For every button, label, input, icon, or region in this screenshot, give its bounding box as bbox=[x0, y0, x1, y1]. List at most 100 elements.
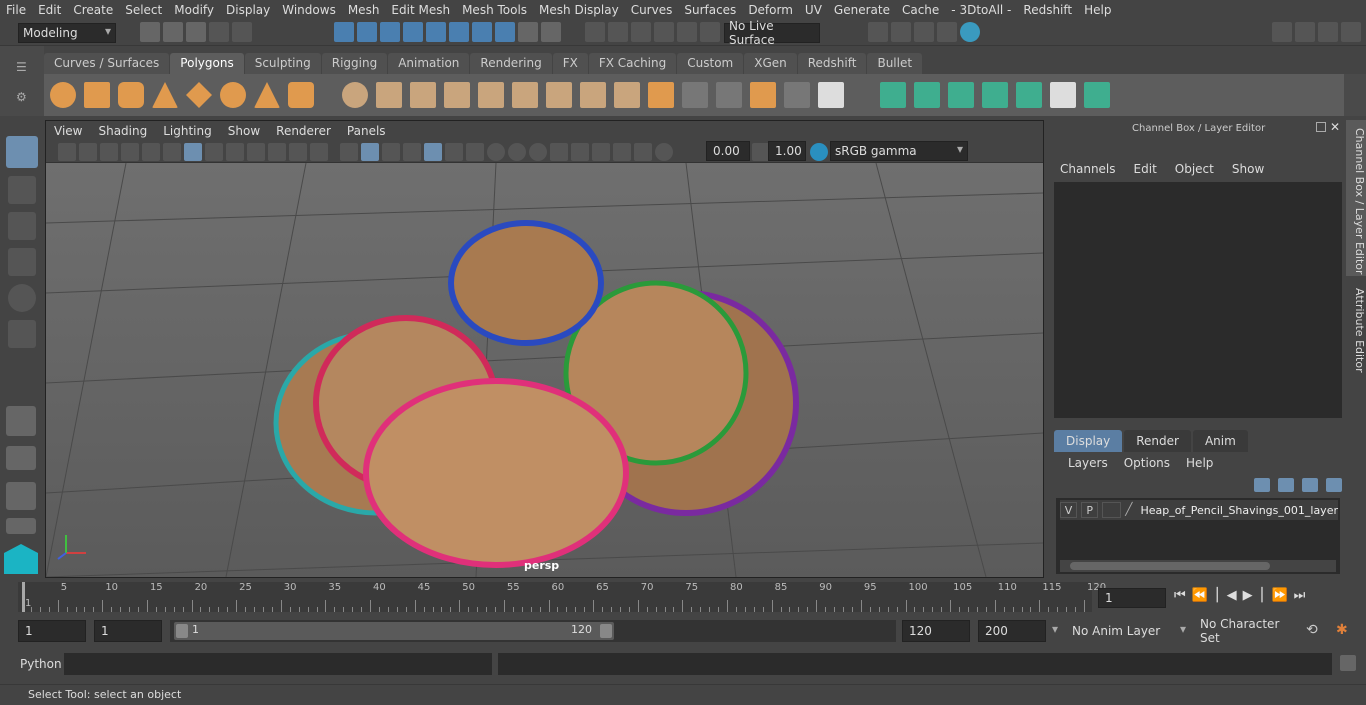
paint-select-icon[interactable] bbox=[8, 212, 36, 240]
camera-select-icon[interactable] bbox=[58, 143, 76, 161]
chevron-down-icon[interactable]: ▾ bbox=[1180, 622, 1186, 636]
channel-menu-channels[interactable]: Channels bbox=[1060, 162, 1116, 176]
shelf-tab-rendering[interactable]: Rendering bbox=[470, 53, 552, 74]
grease-pencil-icon[interactable] bbox=[163, 143, 181, 161]
menu-create[interactable]: Create bbox=[67, 3, 119, 17]
layer-menu-options[interactable]: Options bbox=[1124, 456, 1170, 470]
shelf-tab-fx-caching[interactable]: FX Caching bbox=[588, 53, 677, 74]
panel-toggle-icon[interactable] bbox=[1318, 22, 1338, 42]
range-track[interactable]: 1 120 bbox=[170, 620, 896, 642]
play-backward-icon[interactable]: ◀ bbox=[1227, 588, 1237, 603]
poly-plane-icon[interactable] bbox=[186, 82, 212, 108]
poly-cone-icon[interactable] bbox=[152, 82, 178, 108]
ipr-render-icon[interactable] bbox=[914, 22, 934, 42]
screen-ao-icon[interactable] bbox=[487, 143, 505, 161]
outliner-view-icon[interactable] bbox=[6, 518, 36, 534]
unfold-uv-icon[interactable] bbox=[1016, 82, 1042, 108]
film-gate-icon[interactable] bbox=[205, 143, 223, 161]
move-layer-up-icon[interactable] bbox=[1254, 478, 1270, 492]
layer-playback[interactable]: P bbox=[1081, 502, 1099, 518]
viewport-menu-renderer[interactable]: Renderer bbox=[268, 124, 339, 138]
playback-start-field[interactable]: 1 bbox=[94, 620, 162, 642]
poly-cube-icon[interactable] bbox=[84, 82, 110, 108]
isolate-select-icon[interactable] bbox=[571, 143, 589, 161]
play-forward-icon[interactable]: ▶ bbox=[1243, 588, 1253, 603]
menu-surfaces[interactable]: Surfaces bbox=[678, 3, 742, 17]
layer-tab-display[interactable]: Display bbox=[1054, 430, 1123, 452]
anim-layer-dropdown[interactable]: No Anim Layer bbox=[1068, 620, 1170, 642]
character-set-dropdown[interactable]: No Character Set bbox=[1196, 617, 1298, 645]
sidebar-toggle-icon[interactable] bbox=[1341, 22, 1361, 42]
xray-components-icon[interactable] bbox=[634, 143, 652, 161]
move-layer-down-icon[interactable] bbox=[1278, 478, 1294, 492]
select-edge-icon[interactable] bbox=[426, 22, 446, 42]
field-chart-icon[interactable] bbox=[268, 143, 286, 161]
command-language-label[interactable]: Python bbox=[20, 657, 62, 671]
current-frame-field[interactable]: 1 bbox=[1098, 588, 1166, 608]
mirror-icon[interactable] bbox=[410, 82, 436, 108]
automatic-uv-icon[interactable] bbox=[982, 82, 1008, 108]
select-vertex-icon[interactable] bbox=[403, 22, 423, 42]
select-object-icon[interactable] bbox=[357, 22, 377, 42]
select-tool-icon[interactable] bbox=[6, 136, 38, 168]
command-input[interactable] bbox=[64, 653, 492, 675]
layer-visibility[interactable]: V bbox=[1060, 502, 1078, 518]
save-scene-icon[interactable] bbox=[186, 22, 206, 42]
poly-sphere-icon[interactable] bbox=[50, 82, 76, 108]
menu-mesh[interactable]: Mesh bbox=[342, 3, 386, 17]
2d-pan-icon[interactable] bbox=[142, 143, 160, 161]
extrude-icon[interactable] bbox=[512, 82, 538, 108]
separate-icon[interactable] bbox=[376, 82, 402, 108]
time-slider[interactable]: 1 5 10 15 20 25 30 35 40 45 50 55 60 65 70 75 80 85 90 95 10… bbox=[18, 582, 1106, 612]
menu-uv[interactable]: UV bbox=[799, 3, 828, 17]
motion-blur-icon[interactable] bbox=[508, 143, 526, 161]
shadows-icon[interactable] bbox=[466, 143, 484, 161]
auto-key-icon[interactable]: ⟲ bbox=[1306, 622, 1318, 638]
render-frame-icon[interactable] bbox=[891, 22, 911, 42]
channel-menu-object[interactable]: Object bbox=[1175, 162, 1214, 176]
layer-scrollbar[interactable] bbox=[1060, 560, 1336, 572]
target-weld-icon[interactable] bbox=[682, 82, 708, 108]
undo-icon[interactable] bbox=[209, 22, 229, 42]
shelf-tab-animation[interactable]: Animation bbox=[388, 53, 470, 74]
poly-pyramid-icon[interactable] bbox=[254, 82, 280, 108]
side-tab-attribute-editor[interactable]: Attribute Editor bbox=[1346, 282, 1366, 374]
cylindrical-uv-icon[interactable] bbox=[914, 82, 940, 108]
safe-title-icon[interactable] bbox=[310, 143, 328, 161]
uv-editor-icon[interactable] bbox=[1084, 82, 1110, 108]
redo-icon[interactable] bbox=[232, 22, 252, 42]
live-surface-field[interactable]: No Live Surface bbox=[724, 19, 820, 47]
workspace-icon[interactable] bbox=[1272, 22, 1292, 42]
viewport-menu-panels[interactable]: Panels bbox=[339, 124, 394, 138]
menu-help[interactable]: Help bbox=[1078, 3, 1117, 17]
lasso-tool-icon[interactable] bbox=[8, 176, 36, 204]
textured-icon[interactable] bbox=[424, 143, 442, 161]
snap-point-icon[interactable] bbox=[631, 22, 651, 42]
image-plane-icon[interactable] bbox=[121, 143, 139, 161]
menu-redshift[interactable]: Redshift bbox=[1017, 3, 1078, 17]
step-back-key-icon[interactable]: ⎮ bbox=[1214, 588, 1221, 603]
layer-menu-layers[interactable]: Layers bbox=[1068, 456, 1108, 470]
select-uv-icon[interactable] bbox=[472, 22, 492, 42]
new-scene-icon[interactable] bbox=[140, 22, 160, 42]
bevel-icon[interactable] bbox=[478, 82, 504, 108]
select-hierarchy-icon[interactable] bbox=[334, 22, 354, 42]
channel-list[interactable] bbox=[1054, 182, 1342, 418]
help-icon[interactable] bbox=[495, 22, 515, 42]
go-to-start-icon[interactable]: ⏮ bbox=[1174, 588, 1186, 603]
step-forward-key-icon[interactable]: ⎮ bbox=[1259, 588, 1266, 603]
layer-color-icon[interactable]: ╱ bbox=[1125, 502, 1138, 518]
range-start-grip[interactable] bbox=[176, 624, 188, 638]
menu-cache[interactable]: Cache bbox=[896, 3, 945, 17]
shelf-tab-polygons[interactable]: Polygons bbox=[170, 53, 244, 74]
viewport-menu-show[interactable]: Show bbox=[220, 124, 268, 138]
layer-tab-anim[interactable]: Anim bbox=[1192, 430, 1248, 452]
maya-logo-icon[interactable] bbox=[4, 544, 38, 574]
start-time-field[interactable]: 1 bbox=[18, 620, 86, 642]
four-view-icon[interactable] bbox=[6, 446, 36, 470]
fill-hole-icon[interactable] bbox=[614, 82, 640, 108]
grid-icon[interactable] bbox=[184, 143, 202, 161]
viewport-menu-shading[interactable]: Shading bbox=[90, 124, 155, 138]
close-icon[interactable]: ✕ bbox=[1330, 120, 1340, 134]
snap-curve-icon[interactable] bbox=[608, 22, 628, 42]
